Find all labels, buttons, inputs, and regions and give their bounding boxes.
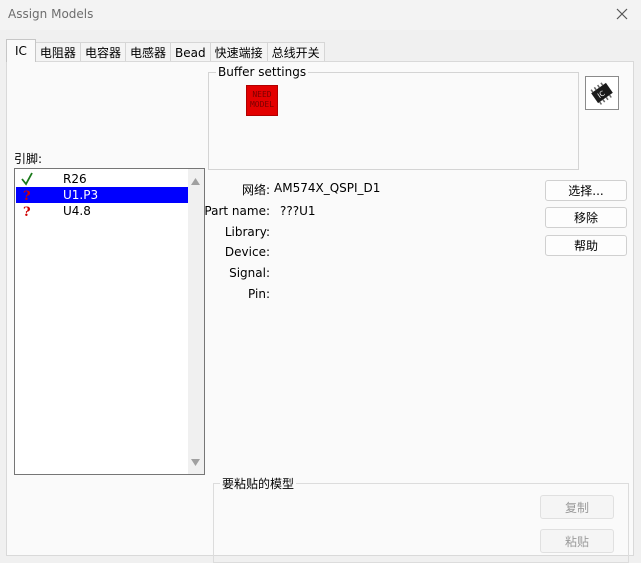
- close-button[interactable]: [611, 3, 633, 25]
- question-icon: ?: [17, 187, 37, 203]
- tab-inductor[interactable]: 电感器: [124, 42, 171, 62]
- select-button[interactable]: 选择...: [545, 180, 627, 201]
- paste-button[interactable]: 粘贴: [540, 529, 614, 553]
- partname-value: ???U1: [280, 204, 316, 218]
- list-item[interactable]: ? U4.8: [16, 203, 188, 219]
- signal-label: Signal:: [229, 266, 270, 280]
- window-title: Assign Models: [8, 7, 94, 21]
- device-label: Device:: [224, 245, 270, 259]
- ic-model-icon-box: IC: [585, 76, 619, 110]
- ic-chip-icon: IC: [587, 78, 617, 108]
- scroll-down-arrow-icon[interactable]: [191, 455, 200, 469]
- question-icon: ?: [17, 203, 37, 219]
- need-model-image: NEED MODEL: [246, 85, 278, 116]
- net-value: AM574X_QSPI_D1: [274, 181, 381, 195]
- remove-button[interactable]: 移除: [545, 207, 627, 228]
- pins-label: 引脚:: [14, 152, 43, 166]
- tab-capacitor[interactable]: 电容器: [79, 42, 126, 62]
- pins-listbox[interactable]: R26 ? U1.P3 ? U4.8: [14, 168, 205, 475]
- svg-text:?: ?: [23, 189, 31, 202]
- close-icon: [616, 8, 628, 20]
- tab-resistor[interactable]: 电阻器: [34, 42, 81, 62]
- pin-field-label: Pin:: [248, 287, 270, 301]
- svg-text:?: ?: [23, 205, 31, 218]
- help-button[interactable]: 帮助: [545, 235, 627, 256]
- paste-model-legend: 要粘贴的模型: [220, 475, 297, 492]
- list-item[interactable]: R26: [16, 171, 188, 187]
- tab-bus-switch[interactable]: 总线开关: [266, 42, 325, 62]
- pin-name: U1.P3: [63, 188, 99, 202]
- net-label: 网络:: [241, 183, 270, 197]
- title-bar: Assign Models: [0, 0, 641, 30]
- list-item[interactable]: ? U1.P3: [16, 187, 188, 203]
- need-model-text-line2: MODEL: [249, 100, 275, 109]
- partname-label: Part name:: [204, 204, 270, 218]
- buffer-settings-legend: Buffer settings: [216, 65, 309, 79]
- pin-name: R26: [63, 172, 87, 186]
- pin-name: U4.8: [63, 204, 91, 218]
- need-model-text-line1: NEED: [252, 90, 272, 99]
- check-icon: [17, 171, 37, 187]
- tab-ic[interactable]: IC: [6, 39, 36, 62]
- tab-fast-termination[interactable]: 快速端接: [209, 42, 268, 62]
- tab-strip: IC 电阻器 电容器 电感器 Bead 快速端接 总线开关: [6, 39, 325, 62]
- copy-button[interactable]: 复制: [540, 495, 614, 519]
- tab-bead[interactable]: Bead: [169, 42, 211, 62]
- library-label: Library:: [224, 225, 270, 239]
